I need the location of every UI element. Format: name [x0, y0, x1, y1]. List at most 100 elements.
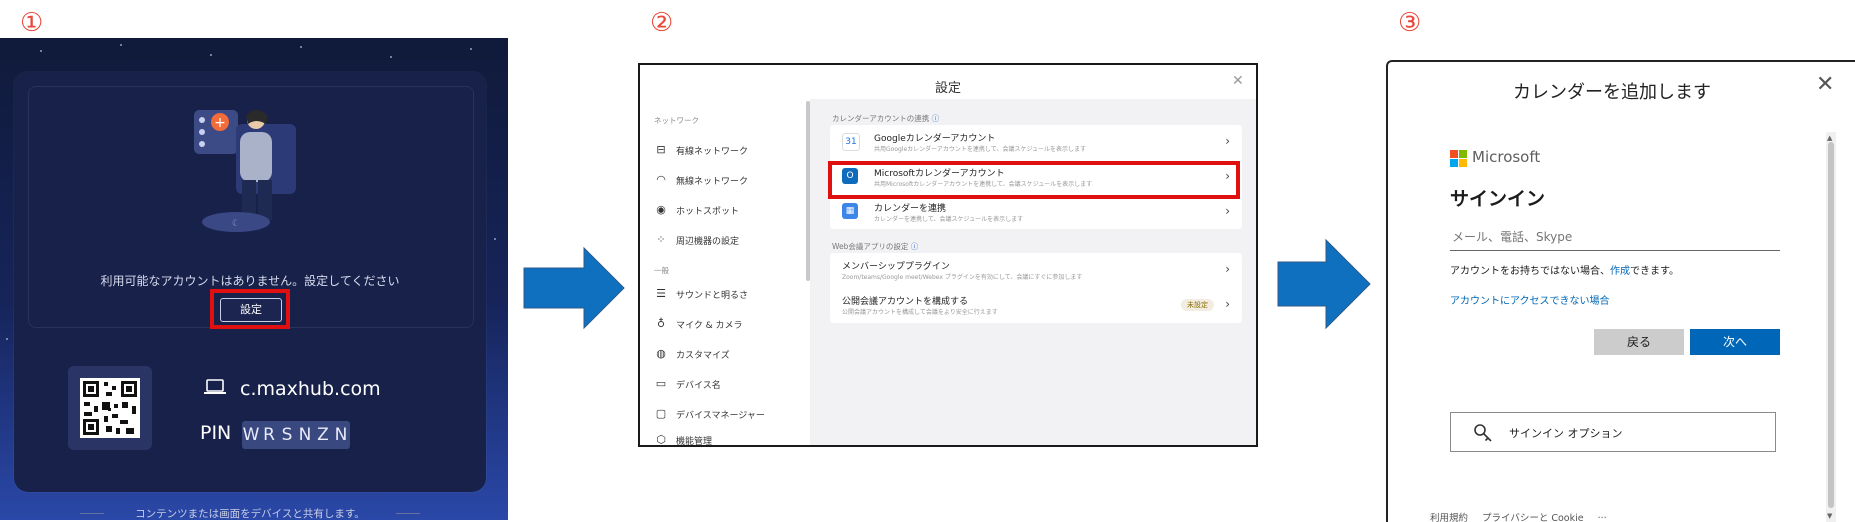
hotspot-icon: ◉	[656, 203, 666, 216]
pin-char: N	[298, 425, 312, 445]
settings-button[interactable]: 設定	[220, 298, 282, 322]
public-meeting-account-row[interactable]: 公開会議アカウントを構成する 公開会議アカウントを構成して会議をより安全に行えま…	[830, 288, 1242, 322]
scrollbar-thumb[interactable]	[1828, 142, 1834, 508]
sidebar-item-label: ホットスポット	[676, 206, 740, 217]
sidebar-item-wireless-network[interactable]: ◠ 無線ネットワーク	[654, 173, 748, 187]
settings-window: 設定 ✕ ネットワーク ⊟ 有線ネットワーク ◠ 無線ネットワーク ◉ ホットスポット…	[638, 63, 1258, 447]
share-hint: コンテンツまたは画面をデバイスと共有します。	[135, 508, 365, 520]
sidebar-item-wired-network[interactable]: ⊟ 有線ネットワーク	[654, 143, 748, 157]
palette-icon: ◍	[656, 347, 666, 360]
no-account-text: アカウントをお持ちではない場合、作成できます。	[1450, 262, 1679, 277]
sidebar-item-label: 周辺機器の設定	[676, 236, 740, 247]
signin-options-button[interactable]: サインイン オプション	[1450, 412, 1776, 452]
wifi-icon: ◠	[656, 173, 666, 186]
step-number-2: ②	[650, 8, 674, 38]
next-button[interactable]: 次へ	[1690, 329, 1780, 355]
sidebar-item-label: 機能管理	[676, 436, 713, 447]
text-fragment: アカウントをお持ちではない場合、	[1450, 266, 1610, 277]
settings-sidebar: ネットワーク ⊟ 有線ネットワーク ◠ 無線ネットワーク ◉ ホットスポット ⁘ 周辺機…	[640, 99, 810, 447]
microsoft-row-highlight	[828, 161, 1240, 199]
sidebar-item-label: デバイス名	[676, 380, 721, 391]
sidebar-item-mic-camera[interactable]: ♁ マイク & カメラ	[654, 317, 743, 331]
pin-char: Z	[317, 425, 329, 445]
monitor-icon: ▢	[655, 407, 667, 420]
arrow-right-icon	[523, 246, 625, 330]
info-icon[interactable]: ⓘ	[911, 242, 919, 251]
sidebar-item-label: サウンドと明るさ	[676, 290, 749, 301]
sidebar-item-peripherals[interactable]: ⁘ 周辺機器の設定	[654, 233, 739, 247]
sidebar-item-device-name[interactable]: ▭ デバイス名	[654, 377, 721, 391]
privacy-link[interactable]: プライバシーと Cookie	[1482, 510, 1584, 522]
close-icon[interactable]: ✕	[1232, 73, 1244, 89]
maxhub-home-screen: + ☾ 利用可能なアカウントはありません。設定してください 設定 c.maxhu…	[0, 38, 508, 520]
laptop-icon	[204, 379, 226, 394]
status-badge: 未設定	[1181, 299, 1214, 311]
scroll-down-icon[interactable]: ▼	[1827, 512, 1832, 520]
person-illustration-icon: + ☾	[194, 110, 296, 232]
chevron-right-icon: ›	[1225, 204, 1230, 218]
footer-links: 利用規約 プライバシーと Cookie ...	[1430, 510, 1607, 522]
arrow-right-icon	[1277, 238, 1371, 330]
key-icon	[1474, 424, 1492, 442]
sidebar-item-device-manager[interactable]: ▢ デバイスマネージャー	[654, 407, 765, 421]
ethernet-icon: ⊟	[656, 143, 666, 156]
calendar-add-icon: ▦	[842, 203, 858, 219]
back-button[interactable]: 戻る	[1594, 329, 1684, 355]
chevron-right-icon: ›	[1225, 262, 1230, 276]
scroll-up-icon[interactable]: ▲	[1827, 134, 1832, 142]
chevron-right-icon: ›	[1225, 297, 1230, 311]
pin-char: S	[281, 425, 293, 445]
sidebar-item-label: 有線ネットワーク	[676, 146, 749, 157]
pin-code: W R S N Z N	[242, 421, 350, 449]
step-number-3: ③	[1398, 8, 1422, 38]
svg-text:+: +	[214, 115, 226, 131]
step-number-1: ①	[20, 8, 44, 38]
web-meeting-section-header: Web会議アプリの設定 ⓘ	[832, 241, 918, 252]
cube-icon: ⬡	[656, 433, 666, 446]
pin-char: N	[334, 425, 348, 445]
sidebar-item-label: 無線ネットワーク	[676, 176, 749, 187]
terms-link[interactable]: 利用規約	[1430, 510, 1468, 522]
membership-plugin-row[interactable]: メンバーシッププラグイン Zoom/teams/Google meet/Webe…	[830, 253, 1242, 287]
sidebar-item-hotspot[interactable]: ◉ ホットスポット	[654, 203, 739, 217]
email-field[interactable]	[1450, 224, 1780, 251]
row-title: Googleカレンダーアカウント	[874, 134, 996, 144]
close-icon[interactable]: ✕	[1816, 72, 1834, 97]
chevron-right-icon: ›	[1225, 134, 1230, 148]
sliders-icon: ☰	[656, 287, 666, 300]
sidebar-section-general: 一般	[654, 266, 669, 275]
info-icon[interactable]: ⓘ	[932, 114, 940, 123]
microphone-icon: ♁	[656, 317, 666, 330]
qr-code-icon	[68, 366, 152, 450]
cant-access-link[interactable]: アカウントにアクセスできない場合	[1450, 292, 1610, 307]
row-title: メンバーシッププラグイン	[842, 262, 950, 272]
row-subtitle: 共用Googleカレンダーアカウントを連携して、会議スケジュールを表示します	[874, 146, 1087, 153]
site-url: c.maxhub.com	[240, 378, 381, 400]
google-calendar-row[interactable]: 31 Googleカレンダーアカウント 共用Googleカレンダーアカウントを連…	[830, 125, 1242, 159]
pin-char: W	[242, 425, 260, 445]
account-card: + ☾ 利用可能なアカウントはありません。設定してください 設定 c.maxhu…	[14, 72, 486, 520]
sidebar-item-customize[interactable]: ◍ カスタマイズ	[654, 347, 730, 361]
more-options-link[interactable]: ...	[1598, 510, 1607, 522]
devices-icon: ⁘	[656, 233, 666, 246]
link-calendar-row[interactable]: ▦ カレンダーを連携 カレンダーを連携して、会議スケジュールを表示します ›	[830, 195, 1242, 229]
row-title: 公開会議アカウントを構成する	[842, 297, 969, 307]
sidebar-item-sound[interactable]: ☰ サウンドと明るさ	[654, 287, 748, 301]
add-calendar-dialog: カレンダーを追加します ✕ Microsoft サインイン アカウントをお持ちで…	[1386, 60, 1855, 522]
signin-heading: サインイン	[1450, 188, 1546, 210]
svg-text:☾: ☾	[232, 219, 240, 229]
microsoft-logo-icon	[1450, 150, 1467, 167]
section-label: カレンダーアカウントの連携	[832, 114, 930, 123]
create-account-link[interactable]: 作成	[1610, 266, 1630, 277]
settings-title: 設定	[934, 81, 961, 96]
dialog-title: カレンダーを追加します	[1513, 82, 1711, 103]
id-card-icon: ▭	[655, 377, 667, 390]
text-fragment: できます。	[1630, 266, 1679, 277]
sidebar-item-label: マイク & カメラ	[676, 320, 743, 331]
row-subtitle: 公開会議アカウントを構成して会議をより安全に行えます	[842, 309, 998, 316]
sidebar-item-label: カスタマイズ	[676, 350, 730, 361]
no-account-message: 利用可能なアカウントはありません。設定してください	[100, 274, 400, 288]
sidebar-item-label: デバイスマネージャー	[676, 410, 765, 421]
sidebar-item-features[interactable]: ⬡ 機能管理	[654, 433, 713, 447]
settings-content: カレンダーアカウントの連携 ⓘ 31 Googleカレンダーアカウント 共用Go…	[810, 99, 1256, 445]
